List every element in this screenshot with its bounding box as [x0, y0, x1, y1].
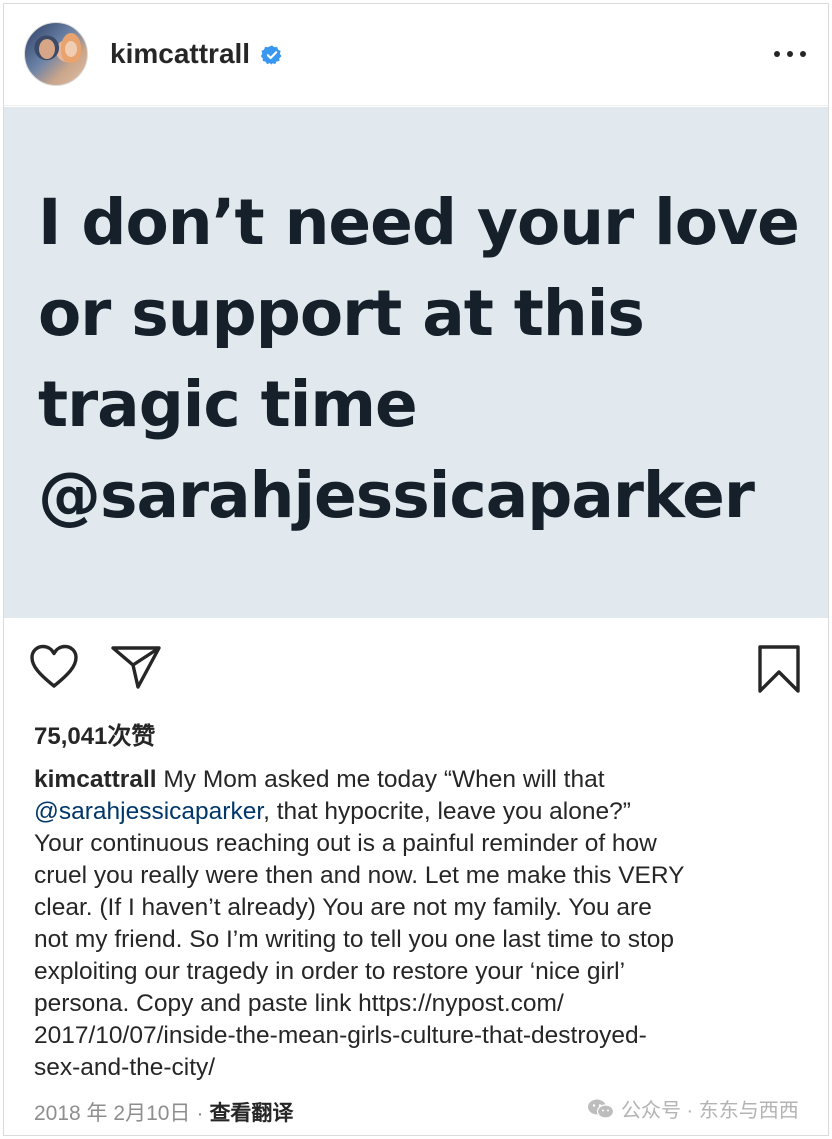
caption-username[interactable]: kimcattrall [34, 766, 157, 793]
caption-text: , that hypocrite, leave you alone?” [263, 798, 631, 825]
caption-text: exploiting our tragedy in order to resto… [34, 958, 626, 985]
more-options-icon[interactable] [770, 42, 810, 66]
post-footer: 2018 年 2月10日 · 查看翻译 [34, 1097, 293, 1127]
caption-text: My Mom asked me today “When will that [156, 766, 605, 793]
caption-text: not my friend. So I’m writing to tell yo… [34, 926, 675, 953]
see-translation-link[interactable]: 查看翻译 [209, 1102, 293, 1125]
image-quote-text: I don’t need your love or support at thi… [38, 186, 800, 532]
caption-text: cruel you really were then and now. Let … [34, 862, 685, 889]
post-header: kimcattrall [4, 4, 828, 106]
instagram-post: kimcattrall I don’t need your love or su… [3, 3, 829, 1136]
post-date: 2018 年 2月10日 [34, 1102, 191, 1125]
bookmark-icon[interactable] [756, 644, 802, 694]
watermark: 公众号 · 东东与西西 [587, 1094, 799, 1123]
action-bar [4, 624, 828, 704]
caption-text: clear. (If I haven’t already) You are no… [34, 894, 652, 921]
caption-link: 2017/10/07/inside-the-mean-girls-culture… [34, 1022, 647, 1049]
watermark-text: 公众号 · 东东与西西 [621, 1100, 799, 1122]
caption-text: Your continuous reaching out is a painfu… [34, 830, 657, 857]
verified-badge-icon [261, 45, 282, 65]
post-username[interactable]: kimcattrall [110, 38, 250, 70]
caption-link: sex-and-the-city/ [34, 1054, 216, 1081]
likes-count[interactable]: 75,041次赞 [34, 716, 155, 751]
send-icon[interactable] [110, 644, 162, 690]
avatar[interactable] [24, 22, 88, 86]
post-image: I don’t need your love or support at thi… [4, 107, 828, 618]
post-caption: kimcattrall My Mom asked me today “When … [34, 764, 814, 1084]
mention-link[interactable]: @sarahjessicaparker [34, 798, 263, 825]
wechat-icon [588, 1099, 615, 1119]
caption-text: persona. Copy and paste link https://nyp… [34, 990, 564, 1017]
separator: · [196, 1102, 204, 1125]
heart-icon[interactable] [29, 644, 79, 690]
